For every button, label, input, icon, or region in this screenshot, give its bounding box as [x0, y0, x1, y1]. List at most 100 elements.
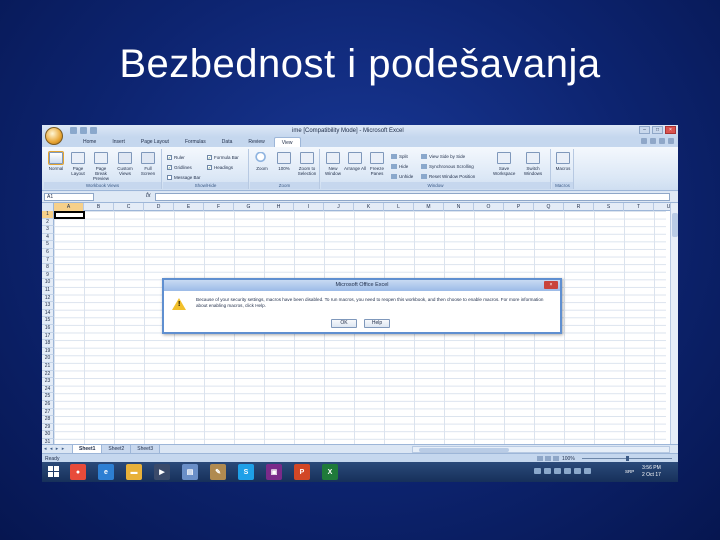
fx-icon[interactable]: fx [146, 193, 151, 199]
row-header[interactable]: 10 [42, 279, 54, 287]
row-header[interactable]: 15 [42, 317, 54, 325]
name-box[interactable]: A1 [44, 193, 94, 201]
column-header[interactable]: E [174, 203, 204, 211]
minimize-button[interactable]: – [639, 126, 650, 134]
tab-review[interactable]: Review [241, 137, 271, 147]
row-header[interactable]: 1 [42, 211, 54, 219]
gridlines-checkbox[interactable]: ✓ Gridlines [167, 165, 192, 170]
column-header[interactable]: H [264, 203, 294, 211]
row-header[interactable]: 27 [42, 408, 54, 417]
close-icon[interactable] [668, 138, 674, 144]
column-header[interactable]: B [84, 203, 114, 211]
column-header[interactable]: N [444, 203, 474, 211]
row-header[interactable]: 8 [42, 264, 54, 272]
column-header[interactable]: R [564, 203, 594, 211]
new-window-button[interactable]: New Window [322, 152, 344, 176]
zoom-to-selection-button[interactable]: Zoom to Selection [296, 152, 318, 176]
arrange-all-button[interactable]: Arrange All [344, 152, 366, 171]
skype-icon[interactable]: S [238, 464, 254, 480]
row-header[interactable]: 25 [42, 393, 54, 401]
row-header[interactable]: 22 [42, 370, 54, 379]
column-header[interactable]: A [54, 203, 84, 211]
tab-insert[interactable]: Insert [105, 137, 132, 147]
row-header[interactable]: 23 [42, 378, 54, 386]
save-icon[interactable] [70, 127, 77, 134]
row-header[interactable]: 6 [42, 249, 54, 257]
row-header[interactable]: 9 [42, 271, 54, 280]
tab-view[interactable]: View [273, 137, 301, 147]
office-button[interactable] [45, 127, 63, 145]
start-button[interactable] [48, 466, 59, 477]
zoom-slider[interactable] [582, 456, 672, 461]
column-header[interactable]: O [474, 203, 504, 211]
select-all-corner[interactable] [42, 203, 54, 211]
column-header[interactable]: L [384, 203, 414, 211]
column-header[interactable]: M [414, 203, 444, 211]
column-header[interactable]: F [204, 203, 234, 211]
view-side-by-side-button[interactable]: View Side by Side [421, 154, 465, 159]
message-bar-checkbox[interactable]: Message Bar [167, 175, 201, 180]
media-icon[interactable]: ▶ [154, 464, 170, 480]
row-header[interactable]: 21 [42, 363, 54, 371]
full-screen-button[interactable]: Full Screen [137, 152, 159, 176]
row-header[interactable]: 30 [42, 431, 54, 439]
ruler-checkbox[interactable]: ✓ Ruler [167, 155, 185, 160]
row-header[interactable]: 2 [42, 218, 54, 227]
row-header[interactable]: 3 [42, 226, 54, 234]
ie-icon[interactable]: e [98, 464, 114, 480]
tab-home[interactable]: Home [76, 137, 103, 147]
normal-view-icon[interactable] [537, 456, 543, 461]
switch-windows-button[interactable]: Switch Windows [519, 152, 547, 176]
column-header[interactable]: S [594, 203, 624, 211]
ok-button[interactable]: OK [331, 319, 357, 328]
column-header[interactable]: G [234, 203, 264, 211]
column-header[interactable]: J [324, 203, 354, 211]
row-header[interactable]: 20 [42, 355, 54, 363]
row-header[interactable]: 12 [42, 294, 54, 303]
column-header[interactable]: K [354, 203, 384, 211]
network-icon[interactable] [544, 468, 551, 474]
page-layout-view-button[interactable]: Page Layout [67, 152, 89, 176]
zoom-100-button[interactable]: 100% [273, 152, 295, 171]
row-header[interactable]: 18 [42, 340, 54, 348]
zoom-button[interactable]: Zoom [251, 152, 273, 171]
maximize-button[interactable]: □ [652, 126, 663, 134]
dialog-close-button[interactable]: × [544, 281, 558, 289]
tab-formulas[interactable]: Formulas [178, 137, 213, 147]
row-header[interactable]: 14 [42, 309, 54, 318]
column-header[interactable]: P [504, 203, 534, 211]
volume-icon[interactable] [554, 468, 561, 474]
row-header[interactable]: 7 [42, 256, 54, 265]
row-header[interactable]: 26 [42, 401, 54, 409]
help-button[interactable]: Help [364, 319, 390, 328]
custom-views-button[interactable]: Custom Views [114, 152, 136, 176]
macros-button[interactable]: Macros [552, 152, 574, 171]
save-icon[interactable]: ▣ [266, 464, 282, 480]
page-layout-icon[interactable] [545, 456, 551, 461]
headings-checkbox[interactable]: ✓ Headings [207, 165, 233, 170]
tab-data[interactable]: Data [215, 137, 240, 147]
freeze-panes-button[interactable]: Freeze Panes [366, 152, 388, 176]
row-header[interactable]: 19 [42, 347, 54, 356]
paint-icon[interactable]: ✎ [210, 464, 226, 480]
hide-button[interactable]: Hide [391, 164, 408, 169]
close-button[interactable]: × [665, 126, 676, 134]
column-header[interactable]: C [114, 203, 144, 211]
row-header[interactable]: 5 [42, 241, 54, 249]
vertical-scrollbar[interactable] [670, 203, 678, 444]
help-icon[interactable] [641, 138, 647, 144]
powerpoint-icon[interactable]: P [294, 464, 310, 480]
notification-icon[interactable] [584, 468, 591, 474]
synchronous-scrolling-button[interactable]: Synchronous Scrolling [421, 164, 474, 169]
presentation-icon[interactable]: ▤ [182, 464, 198, 480]
row-header[interactable]: 11 [42, 287, 54, 295]
split-button[interactable]: Split [391, 154, 408, 159]
undo-icon[interactable] [80, 127, 87, 134]
taskbar-clock[interactable]: 3:56 PM 2 Oct 17 [642, 465, 661, 479]
column-header[interactable]: I [294, 203, 324, 211]
minimize-icon[interactable] [650, 138, 656, 144]
horizontal-scrollbar[interactable] [412, 446, 670, 453]
folder-icon[interactable]: ▬ [126, 464, 142, 480]
zoom-slider-thumb[interactable] [626, 456, 629, 461]
reset-window-position-button[interactable]: Reset Window Position [421, 174, 475, 179]
